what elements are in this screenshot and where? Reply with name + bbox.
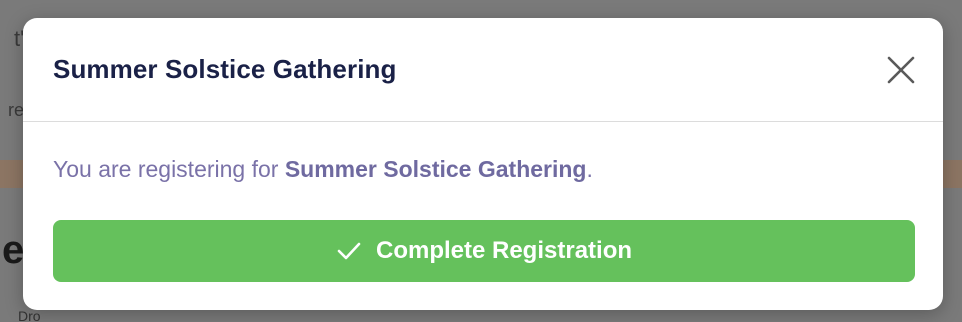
complete-registration-label: Complete Registration bbox=[375, 237, 633, 264]
message-prefix: You are registering for bbox=[53, 156, 285, 182]
registration-message: You are registering for Summer Solstice … bbox=[53, 156, 593, 183]
background-text-fragment: re bbox=[8, 100, 25, 120]
background-text-fragment: Dro bbox=[18, 308, 41, 322]
event-name: Summer Solstice Gathering bbox=[284, 156, 587, 182]
close-icon bbox=[887, 56, 915, 84]
registration-modal: Summer Solstice Gathering You are regist… bbox=[23, 18, 943, 310]
modal-title: Summer Solstice Gathering bbox=[53, 54, 397, 84]
background-heading-fragment: e bbox=[2, 228, 25, 272]
checkmark-icon bbox=[337, 242, 361, 260]
complete-registration-button[interactable]: Complete Registration bbox=[53, 220, 915, 282]
message-suffix: . bbox=[586, 156, 593, 182]
modal-header: Summer Solstice Gathering bbox=[23, 18, 943, 122]
close-button[interactable] bbox=[883, 52, 919, 88]
